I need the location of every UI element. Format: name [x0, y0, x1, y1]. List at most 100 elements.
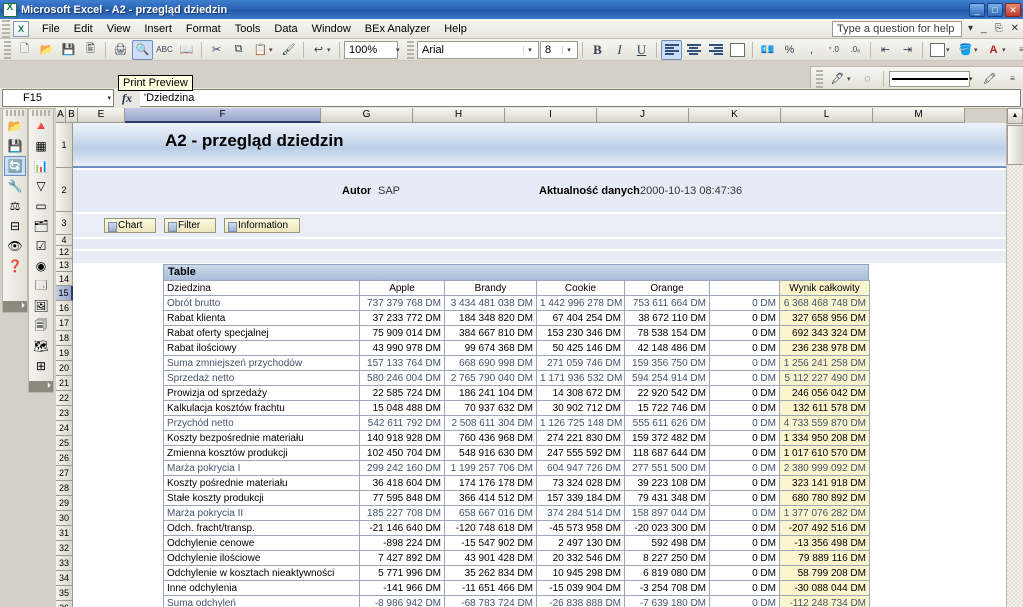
table-cell[interactable]: 186 241 104 DM [444, 385, 537, 401]
row-header-28[interactable]: 28 [56, 481, 73, 496]
table-cell[interactable]: 39 223 108 DM [624, 475, 710, 491]
undo-icon[interactable]: ↩ [308, 40, 329, 60]
increase-indent-icon[interactable]: ⇥ [897, 40, 918, 60]
table-cell[interactable]: -898 224 DM [359, 535, 445, 551]
ink-annotation-chevron-down-icon[interactable]: ▾ [847, 75, 855, 83]
formatting-toolbar-grip[interactable] [407, 40, 414, 59]
menu-window[interactable]: Window [305, 21, 358, 37]
table-cell[interactable]: 118 687 644 DM [624, 445, 710, 461]
table-cell[interactable]: -11 651 466 DM [444, 580, 537, 596]
table-cell[interactable]: 43 901 428 DM [444, 550, 537, 566]
table-cell[interactable]: -68 783 724 DM [444, 595, 537, 607]
table-cell[interactable]: 158 897 044 DM [624, 505, 710, 521]
copy-control-icon[interactable]: 🗐 [30, 316, 52, 336]
table-cell-total[interactable]: 2 380 999 092 DM [779, 460, 870, 476]
table-cell-total[interactable]: 4 733 559 870 DM [779, 415, 870, 431]
table-cell-total[interactable]: 323 141 918 DM [779, 475, 870, 491]
row-header-24[interactable]: 24 [56, 421, 73, 436]
table-cell[interactable]: 0 DM [709, 400, 780, 416]
row-header-30[interactable]: 30 [56, 511, 73, 526]
table-cell[interactable]: 6 819 080 DM [624, 565, 710, 581]
table-cell[interactable]: 0 DM [709, 520, 780, 536]
table-cell[interactable]: 542 611 792 DM [359, 415, 445, 431]
table-cell[interactable]: 140 918 928 DM [359, 430, 445, 446]
table-cell[interactable]: 15 722 746 DM [624, 400, 710, 416]
column-header-l[interactable]: L [781, 108, 873, 123]
table-cell[interactable]: 1 442 996 278 DM [536, 295, 625, 311]
table-cell[interactable]: 43 990 978 DM [359, 340, 445, 356]
table-cell[interactable]: 157 133 764 DM [359, 355, 445, 371]
table-cell[interactable]: 174 176 178 DM [444, 475, 537, 491]
window-maximize-button[interactable]: □ [987, 2, 1003, 17]
column-header-j[interactable]: J [597, 108, 689, 123]
standard-toolbar-grip[interactable] [4, 40, 11, 59]
table-cell[interactable]: 38 672 110 DM [624, 310, 710, 326]
table-row-label[interactable]: Odchylenie cenowe [163, 535, 360, 551]
radiobutton-icon[interactable]: ◉ [30, 256, 52, 276]
format-painter-icon[interactable]: 🖌 [278, 40, 299, 60]
table-cell[interactable]: 0 DM [709, 535, 780, 551]
table-cell-total[interactable]: 6 368 468 748 DM [779, 295, 870, 311]
table-cell[interactable]: 20 332 546 DM [536, 550, 625, 566]
table-cell-total[interactable]: 5 112 227 490 DM [779, 370, 870, 386]
row-header-22[interactable]: 22 [56, 391, 73, 406]
row-header-3[interactable]: 3 [56, 212, 73, 235]
table-cell[interactable]: 274 221 830 DM [536, 430, 625, 446]
comma-style-icon[interactable]: , [801, 40, 822, 60]
table-cell[interactable]: 159 356 750 DM [624, 355, 710, 371]
save-icon[interactable]: 💾 [58, 40, 79, 60]
row-header-18[interactable]: 18 [56, 331, 73, 346]
table-cell[interactable]: 384 667 810 DM [444, 325, 537, 341]
table-cell[interactable]: 35 262 834 DM [444, 565, 537, 581]
table-cell-total[interactable]: 1 256 241 258 DM [779, 355, 870, 371]
row-header-32[interactable]: 32 [56, 541, 73, 556]
print-icon[interactable]: 🖨 [110, 40, 131, 60]
table-row-label[interactable]: Odch. fracht/transp. [163, 520, 360, 536]
font-color-icon[interactable]: A [983, 40, 1004, 60]
decrease-decimal-icon[interactable]: .0₀ [845, 40, 866, 60]
checkbox-icon[interactable]: ☑ [30, 236, 52, 256]
table-cell[interactable]: -7 639 180 DM [624, 595, 710, 607]
menu-tools[interactable]: Tools [228, 21, 268, 37]
table-cell[interactable]: 159 372 482 DM [624, 430, 710, 446]
table-cell[interactable]: 7 427 892 DM [359, 550, 445, 566]
table-cell[interactable]: 42 148 486 DM [624, 340, 710, 356]
table-row-label[interactable]: Odchylenie ilościowe [163, 550, 360, 566]
table-cell[interactable]: 22 585 724 DM [359, 385, 445, 401]
table-row-label[interactable]: Sprzedaż netto [163, 370, 360, 386]
name-box-chevron-down-icon[interactable]: ▾ [107, 94, 111, 102]
row-header-27[interactable]: 27 [56, 466, 73, 481]
row-header-20[interactable]: 20 [56, 361, 73, 376]
scrollbar-track[interactable] [1007, 166, 1023, 607]
row-header-36[interactable]: 36 [56, 601, 73, 607]
design-toolbar-overflow-icon[interactable]: ⏵ [29, 381, 53, 392]
merge-center-icon[interactable] [727, 40, 748, 60]
table-cell[interactable]: 737 379 768 DM [359, 295, 445, 311]
row-header-17[interactable]: 17 [56, 316, 73, 331]
table-cell[interactable]: 0 DM [709, 505, 780, 521]
ink-color-icon[interactable]: 🖍 [979, 69, 1000, 89]
table-cell[interactable]: 184 348 820 DM [444, 310, 537, 326]
table-cell[interactable]: 604 947 726 DM [536, 460, 625, 476]
table-row-label[interactable]: Zmienna kosztów produkcji [163, 445, 360, 461]
table-cell[interactable]: 0 DM [709, 325, 780, 341]
refresh-icon[interactable]: 🔄 [4, 156, 26, 176]
table-cell[interactable]: 79 431 348 DM [624, 490, 710, 506]
table-cell[interactable]: 50 425 146 DM [536, 340, 625, 356]
exception-icon[interactable]: ⚖ [4, 196, 26, 216]
print-preview-icon[interactable]: 🔍 [132, 39, 153, 60]
table-cell[interactable]: 592 498 DM [624, 535, 710, 551]
line-style-chevron-down-icon[interactable]: ▾ [969, 75, 977, 83]
row-header-33[interactable]: 33 [56, 556, 73, 571]
table-cell-total[interactable]: -112 248 734 DM [779, 595, 870, 607]
align-center-icon[interactable] [683, 40, 704, 60]
table-cell[interactable]: 299 242 160 DM [359, 460, 445, 476]
row-header-16[interactable]: 16 [56, 301, 73, 316]
table-cell[interactable]: 0 DM [709, 415, 780, 431]
row-header-2[interactable]: 2 [56, 168, 73, 212]
column-header-h[interactable]: H [413, 108, 505, 123]
chart-tool-icon[interactable]: 📊 [30, 156, 52, 176]
hide-icon[interactable]: 👁 [4, 236, 26, 256]
table-cell[interactable]: -15 039 904 DM [536, 580, 625, 596]
more-controls-icon[interactable]: ⊞ [30, 356, 52, 376]
